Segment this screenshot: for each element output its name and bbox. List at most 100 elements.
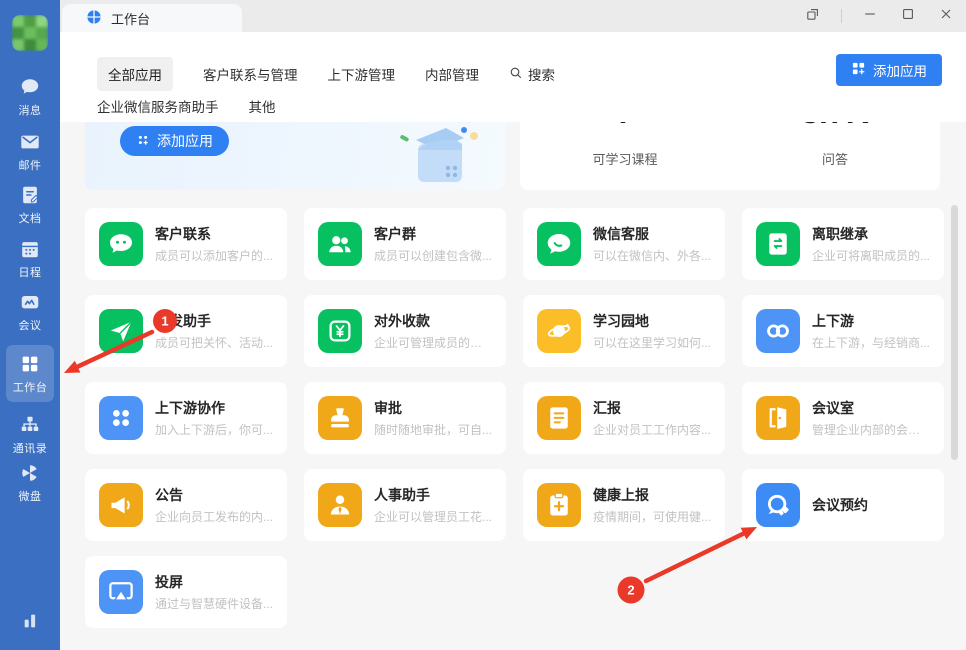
- meeting-icon: [19, 291, 41, 313]
- app-tile-yuan[interactable]: 对外收款企业可管理成员的收款...: [304, 295, 506, 367]
- window-controls-separator: [841, 9, 842, 23]
- app-title: 上下游: [812, 312, 930, 330]
- app-tile-door[interactable]: 会议室管理企业内部的会议室...: [742, 382, 944, 454]
- sidebar-item-drive[interactable]: 微盘: [0, 462, 60, 504]
- nav-tab-row2-1[interactable]: 企业微信服务商助手: [97, 96, 219, 116]
- app-tile-report[interactable]: 汇报企业对员工工作内容...: [523, 382, 725, 454]
- sidebar-item-label: 微盘: [19, 488, 42, 504]
- sidebar-item-label: 日程: [19, 264, 42, 280]
- nav-row-2: 企业微信服务商助手 其他: [97, 96, 276, 116]
- popout-icon: [805, 6, 821, 27]
- app-desc: 成员可以添加客户的...: [155, 247, 273, 264]
- minimize-button[interactable]: [860, 6, 880, 26]
- app-title: 上下游协作: [155, 399, 273, 417]
- nav-row-1: 全部应用 客户联系与管理 上下游管理 内部管理 搜索: [97, 57, 555, 91]
- app-desc: 企业对员工工作内容...: [593, 421, 711, 438]
- app-desc: 可以在微信内、外各...: [593, 247, 711, 264]
- app-title: 公告: [155, 486, 273, 504]
- app-tile-planet[interactable]: 学习园地可以在这里学习如何...: [523, 295, 725, 367]
- sidebar-item-label: 邮件: [19, 157, 42, 173]
- wechat-icon: [99, 222, 143, 266]
- app-desc: 成员可把关怀、活动...: [155, 334, 273, 351]
- nav-search[interactable]: 搜索: [509, 64, 555, 84]
- nav-tab-label: 全部应用: [108, 64, 162, 84]
- yuan-icon: [318, 309, 362, 353]
- app-desc: 成员可以创建包含微...: [374, 247, 492, 264]
- sidebar-item-meeting[interactable]: 会议: [0, 291, 60, 333]
- sidebar-item-mail[interactable]: 邮件: [0, 131, 60, 173]
- person-icon: [318, 483, 362, 527]
- nav-tab-1[interactable]: 全部应用: [97, 57, 173, 91]
- app-tile-cast[interactable]: 投屏通过与智慧硬件设备...: [85, 556, 287, 628]
- app-desc: 企业向员工发布的内...: [155, 508, 273, 525]
- stat-value: 3.7K: [730, 122, 940, 131]
- app-title: 汇报: [593, 399, 711, 417]
- workspace-analytics-icon[interactable]: [0, 610, 60, 632]
- app-title: 人事助手: [374, 486, 492, 504]
- nav-tab-label: 内部管理: [425, 64, 479, 84]
- app-tile-wechat[interactable]: 客户联系成员可以添加客户的...: [85, 208, 287, 280]
- app-title: 对外收款: [374, 312, 494, 330]
- report-icon: [537, 396, 581, 440]
- megaphone-icon: [99, 483, 143, 527]
- app-tile-fourdots[interactable]: 上下游协作加入上下游后，你可...: [85, 382, 287, 454]
- avatar[interactable]: [12, 15, 48, 51]
- app-tile-send[interactable]: 群发助手成员可把关怀、活动...: [85, 295, 287, 367]
- popout-button[interactable]: [803, 6, 823, 26]
- app-title: 客户群: [374, 225, 492, 243]
- app-tile-transfer[interactable]: 离职继承企业可将离职成员的...: [742, 208, 944, 280]
- app-desc: 企业可以管理员工花...: [374, 508, 492, 525]
- app-tile-stamp[interactable]: 审批随时随地审批，可自...: [304, 382, 506, 454]
- app-desc: 疫情期间，可使用健...: [593, 508, 711, 525]
- planet-icon: [537, 309, 581, 353]
- app-title: 会议室: [812, 399, 932, 417]
- stat-2[interactable]: 3.7K问答: [730, 122, 940, 190]
- app-tile-clipboard[interactable]: 健康上报疫情期间，可使用健...: [523, 469, 725, 541]
- nav-tab-2[interactable]: 客户联系与管理: [203, 64, 298, 84]
- app-tile-person[interactable]: 人事助手企业可以管理员工花...: [304, 469, 506, 541]
- nav-tab-4[interactable]: 内部管理: [425, 64, 479, 84]
- nav-tab-3[interactable]: 上下游管理: [328, 64, 396, 84]
- app-title: 健康上报: [593, 486, 711, 504]
- maximize-button[interactable]: [898, 6, 918, 26]
- close-button[interactable]: [936, 6, 956, 26]
- sidebar-item-label: 会议: [19, 317, 42, 333]
- nav-tab-row2-2[interactable]: 其他: [249, 96, 276, 116]
- scrollbar-thumb[interactable]: [951, 205, 958, 460]
- maximize-icon: [900, 6, 916, 27]
- app-tile-people[interactable]: 客户群成员可以创建包含微...: [304, 208, 506, 280]
- app-title: 投屏: [155, 573, 273, 591]
- transfer-icon: [756, 222, 800, 266]
- service-icon: [537, 222, 581, 266]
- stat-1[interactable]: 7可学习课程: [520, 122, 730, 190]
- sidebar-item-chat[interactable]: 消息: [0, 76, 60, 118]
- app-tile-infinity[interactable]: 上下游在上下游，与经销商...: [742, 295, 944, 367]
- calendar-icon: [19, 238, 41, 260]
- nav-tab-label: 上下游管理: [328, 64, 396, 84]
- app-title: 离职继承: [812, 225, 930, 243]
- sidebar-item-doc[interactable]: 文档: [0, 184, 60, 226]
- tab-workbench[interactable]: 工作台: [62, 4, 242, 32]
- sidebar-item-grid[interactable]: 工作台: [6, 345, 54, 402]
- door-icon: [756, 396, 800, 440]
- drive-icon: [19, 462, 41, 484]
- sidebar-item-calendar[interactable]: 日程: [0, 238, 60, 280]
- minimize-icon: [862, 6, 878, 27]
- nav-tab-label: 企业微信服务商助手: [97, 96, 219, 116]
- app-tile-wecomlogo[interactable]: 会议预约: [742, 469, 944, 541]
- app-tile-service[interactable]: 微信客服可以在微信内、外各...: [523, 208, 725, 280]
- titlebar: 工作台: [60, 0, 966, 32]
- app-desc: 加入上下游后，你可...: [155, 421, 273, 438]
- infinity-icon: [756, 309, 800, 353]
- stats-card: 7可学习课程3.7K问答: [520, 122, 940, 190]
- nav-tab-label: 搜索: [528, 64, 555, 84]
- app-tile-megaphone[interactable]: 公告企业向员工发布的内...: [85, 469, 287, 541]
- add-app-label: 添加应用: [873, 60, 927, 80]
- chat-icon: [19, 76, 41, 98]
- sidebar-item-contacts[interactable]: 通讯录: [0, 414, 60, 456]
- add-app-button[interactable]: 添加应用: [836, 54, 942, 86]
- banner-add-app-button[interactable]: 添加应用: [120, 126, 229, 156]
- tab-title: 工作台: [111, 9, 150, 28]
- app-desc: 管理企业内部的会议室...: [812, 421, 932, 438]
- sidebar-item-label: 通讯录: [13, 440, 48, 456]
